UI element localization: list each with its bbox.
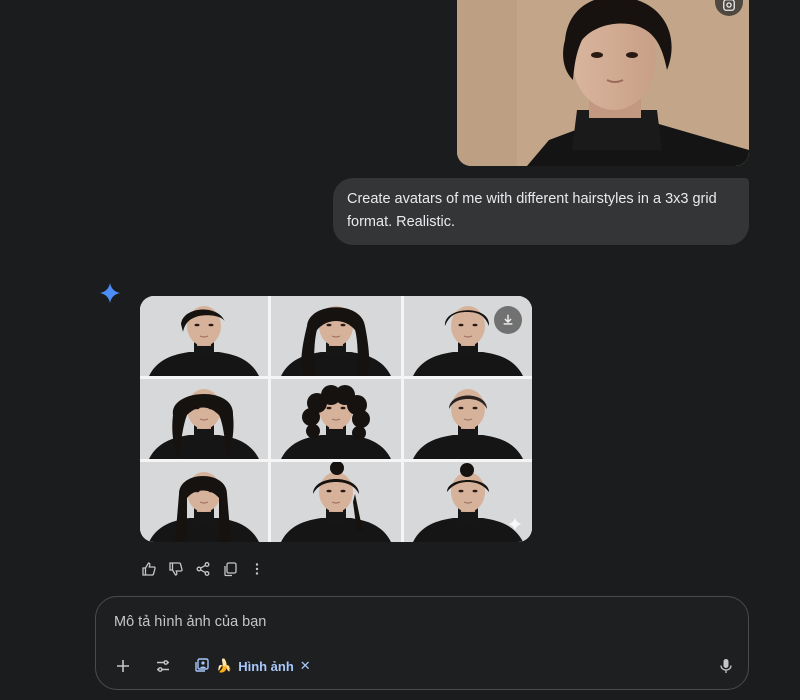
download-button[interactable] — [494, 306, 522, 334]
share-button[interactable] — [194, 560, 211, 577]
grid-avatar-5 — [271, 379, 401, 459]
microphone-icon — [720, 659, 732, 673]
copy-button[interactable] — [221, 560, 238, 577]
composer-toolbar: 🍌 Hình ảnh ✕ — [112, 655, 311, 677]
image-tool-icon — [194, 657, 210, 676]
response-actions — [140, 560, 265, 577]
grid-avatar-8 — [271, 462, 401, 542]
uploaded-photo[interactable] — [457, 0, 749, 166]
grid-avatar-7 — [140, 462, 268, 542]
prompt-composer: 🍌 Hình ảnh ✕ — [95, 596, 749, 690]
thumbs-up-button[interactable] — [140, 560, 157, 577]
prompt-input[interactable] — [114, 611, 714, 633]
person-portrait-image — [457, 0, 749, 166]
more-vert-icon — [255, 562, 258, 575]
ai-watermark-icon — [508, 517, 522, 531]
plus-icon — [117, 660, 129, 672]
grid-avatar-2 — [271, 296, 401, 376]
grid-avatar-6 — [404, 379, 532, 459]
microphone-button[interactable] — [716, 655, 736, 677]
generated-image-grid[interactable] — [140, 296, 532, 542]
more-options-button[interactable] — [248, 560, 265, 577]
thumbs-up-icon — [141, 561, 156, 576]
grid-avatar-4 — [140, 379, 268, 459]
image-tool-chip[interactable]: 🍌 Hình ảnh — [194, 657, 294, 676]
lens-icon — [723, 0, 735, 11]
download-icon — [503, 314, 513, 325]
thumbs-down-button[interactable] — [167, 560, 184, 577]
banana-emoji: 🍌 — [216, 658, 233, 673]
chat-app: Create avatars of me with different hair… — [0, 0, 800, 700]
user-message-bubble: Create avatars of me with different hair… — [333, 178, 749, 245]
gemini-sparkle-icon — [99, 282, 121, 304]
image-tool-label: Hình ảnh — [238, 658, 294, 674]
add-button[interactable] — [112, 655, 134, 677]
tune-icon — [157, 660, 169, 672]
tools-button[interactable] — [152, 655, 174, 677]
remove-tool-button[interactable]: ✕ — [300, 658, 311, 674]
share-icon — [196, 561, 209, 576]
copy-icon — [223, 561, 237, 576]
thumbs-down-icon — [168, 561, 183, 576]
grid-avatar-1 — [140, 296, 268, 376]
